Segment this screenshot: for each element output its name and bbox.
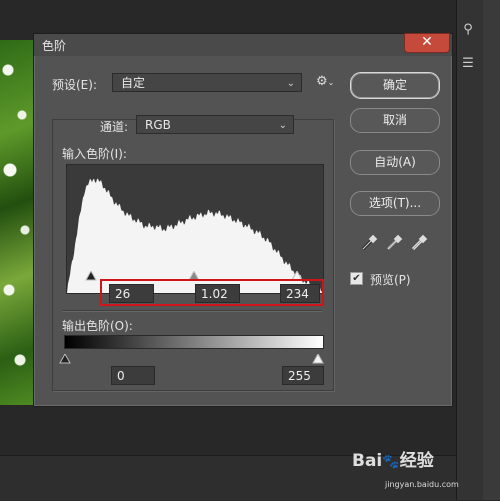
gear-icon[interactable]: ⚙⌄	[316, 74, 334, 89]
input-white-field[interactable]: 234	[280, 284, 320, 303]
auto-button[interactable]: 自动(A)	[350, 150, 440, 175]
input-black-field[interactable]: 26	[109, 284, 154, 303]
output-black-field[interactable]: 0	[111, 366, 155, 385]
input-black-slider[interactable]	[85, 266, 97, 285]
output-gradient-bar	[64, 335, 324, 349]
gray-eyedropper-icon[interactable]	[385, 234, 403, 252]
close-button[interactable]: ✕	[404, 33, 450, 53]
input-gamma-field[interactable]: 1.02	[195, 284, 240, 303]
channel-value: RGB	[145, 118, 171, 132]
output-white-field[interactable]: 255	[282, 366, 324, 385]
watermark-brand: Bai	[352, 451, 383, 471]
chevron-down-icon: ⌄	[286, 78, 295, 89]
chevron-down-icon: ⌄	[278, 120, 287, 131]
checkmark-icon: ✔	[352, 273, 361, 284]
preset-label: 预设(E):	[52, 78, 97, 92]
pin-icon[interactable]: ⚲	[460, 22, 476, 38]
preview-checkbox[interactable]: ✔	[350, 272, 363, 285]
cancel-button[interactable]: 取消	[350, 108, 440, 133]
channel-select[interactable]: RGB ⌄	[136, 115, 294, 134]
preset-value: 自定	[121, 76, 146, 90]
dialog-titlebar	[34, 34, 452, 56]
ok-button[interactable]: 确定	[350, 72, 440, 99]
output-black-slider[interactable]	[59, 349, 71, 368]
dialog-title: 色阶	[42, 39, 67, 53]
paw-icon: 🐾	[382, 454, 400, 470]
channel-label: 通道:	[100, 120, 129, 134]
watermark-url: jingyan.baidu.com	[385, 480, 459, 489]
properties-panel-edge	[483, 0, 500, 500]
levels-dialog: 色阶 ✕ 预设(E): 自定 ⌄ ⚙⌄ 通道: RGB ⌄ 输入色阶(I): 2…	[33, 33, 453, 407]
preset-select[interactable]: 自定 ⌄	[112, 73, 302, 92]
tool-strip	[456, 0, 483, 500]
output-levels-label: 输出色阶(O):	[62, 319, 133, 333]
black-eyedropper-icon[interactable]	[360, 234, 378, 252]
watermark-suffix: 经验	[399, 451, 434, 471]
input-levels-label: 输入色阶(I):	[62, 147, 127, 161]
white-eyedropper-icon[interactable]	[410, 234, 428, 252]
preview-label: 预览(P)	[370, 273, 411, 287]
options-button[interactable]: 选项(T)...	[350, 191, 440, 216]
sliders-icon[interactable]: ☰	[460, 56, 476, 72]
watermark-logo: Bai🐾经验	[352, 446, 434, 471]
canvas-image	[0, 40, 34, 405]
close-icon: ✕	[421, 34, 433, 50]
divider	[62, 310, 322, 311]
